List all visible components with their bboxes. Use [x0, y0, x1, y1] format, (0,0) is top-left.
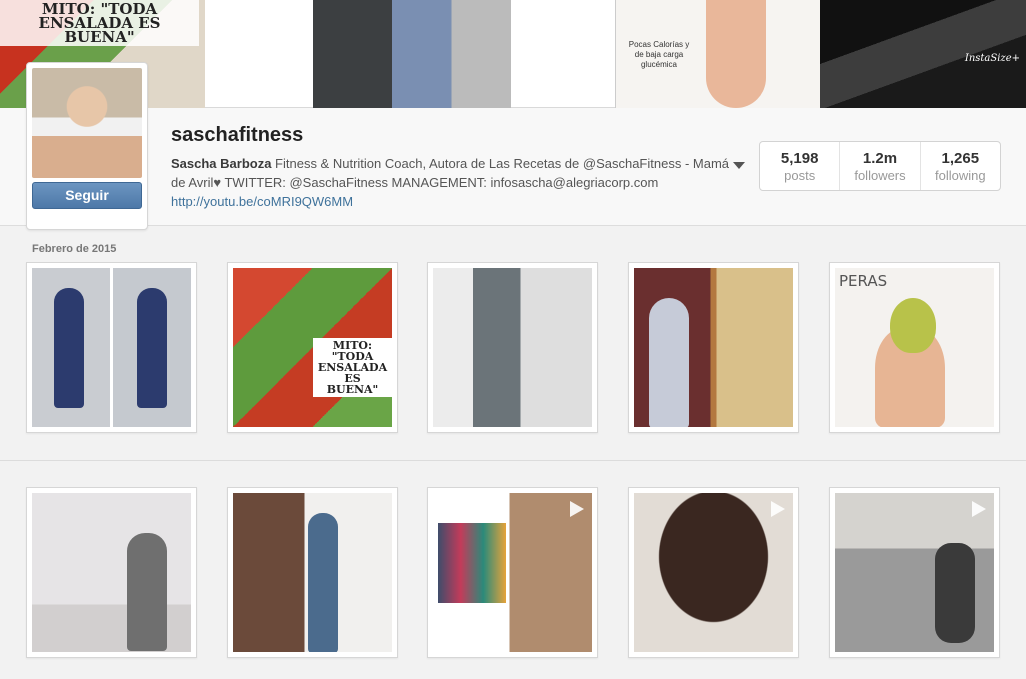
- photo-image: [32, 493, 191, 652]
- banner-photo-jeans[interactable]: [313, 0, 511, 108]
- stat-posts-label: posts: [784, 168, 816, 183]
- feed-photo-mirror-selfie[interactable]: [26, 262, 197, 433]
- photo-image: [433, 493, 592, 652]
- feed-photo-salad[interactable]: MITO: "TODA ENSALADA ES BUENA": [227, 262, 398, 433]
- photo-image: PERAS: [835, 268, 994, 427]
- month-label: Febrero de 2015: [32, 243, 117, 255]
- photo-salad-text: MITO: "TODA ENSALADA ES BUENA": [313, 338, 392, 397]
- feed-photo-outfit[interactable]: [227, 487, 398, 658]
- play-icon: [570, 501, 584, 517]
- photo-figure: [137, 288, 167, 408]
- stat-followers-value: 1.2m: [862, 150, 898, 167]
- photo-pear: [890, 298, 936, 353]
- row-divider: [0, 460, 1026, 461]
- profile-header: Seguir saschafitness Sascha Barboza Fitn…: [0, 62, 1026, 230]
- banner-salad-text: MITO: "TODA ENSALADA ES BUENA": [0, 0, 199, 46]
- photo-image: [634, 268, 793, 427]
- photo-figure: [935, 543, 975, 643]
- stat-following[interactable]: 1,265 following: [921, 142, 1000, 190]
- play-icon: [771, 501, 785, 517]
- banner-arm-image: [706, 0, 766, 108]
- photo-image: [433, 268, 592, 427]
- feed-photo-street[interactable]: [427, 262, 598, 433]
- follow-button[interactable]: Seguir: [32, 182, 142, 209]
- profile-website-link[interactable]: http://youtu.be/coMRI9QW6MM: [171, 192, 731, 211]
- header-banner: MITO: "TODA ENSALADA ES BUENA" Pocas Cal…: [0, 0, 1026, 108]
- photo-figure: [127, 533, 167, 651]
- chevron-down-icon[interactable]: [733, 162, 745, 169]
- stat-followers[interactable]: 1.2m followers: [840, 142, 921, 190]
- photo-pear-title: PERAS: [839, 272, 888, 290]
- feed-video-brownie[interactable]: [628, 487, 799, 658]
- photo-image: [835, 493, 994, 652]
- feed-video-gym[interactable]: [829, 487, 1000, 658]
- stat-posts[interactable]: 5,198 posts: [760, 142, 841, 190]
- stat-following-value: 1,265: [941, 150, 980, 167]
- photo-image: MITO: "TODA ENSALADA ES BUENA": [233, 268, 392, 427]
- photo-image: [233, 493, 392, 652]
- photo-image: [634, 493, 793, 652]
- feed-video-closet[interactable]: [427, 487, 598, 658]
- stat-followers-label: followers: [854, 168, 906, 183]
- feed-photo-pear[interactable]: PERAS: [829, 262, 1000, 433]
- stat-following-label: following: [935, 168, 986, 183]
- avatar: [32, 68, 142, 178]
- profile-username: saschafitness: [171, 124, 304, 146]
- play-icon: [972, 501, 986, 517]
- stat-posts-value: 5,198: [780, 150, 819, 167]
- banner-watermark: InstaSize+: [964, 53, 1020, 64]
- banner-photo-gym[interactable]: InstaSize+: [820, 0, 1026, 108]
- profile-stats: 5,198 posts 1.2m followers 1,265 followi…: [759, 141, 1001, 191]
- photo-shelf: [438, 523, 506, 603]
- feed-photo-red-carpet[interactable]: [628, 262, 799, 433]
- banner-photo-pear[interactable]: Pocas Calorías y de baja carga glucémica: [615, 0, 820, 108]
- photo-image: [32, 268, 191, 427]
- feed-photo-stretch[interactable]: [26, 487, 197, 658]
- profile-full-name: Sascha Barboza: [171, 156, 272, 171]
- photo-figure: [54, 288, 84, 408]
- banner-pear-caption: Pocas Calorías y de baja carga glucémica: [628, 40, 690, 69]
- avatar-card: Seguir: [26, 62, 148, 230]
- photo-figure: [308, 513, 338, 652]
- profile-bio: Sascha Barboza Fitness & Nutrition Coach…: [171, 154, 731, 211]
- photo-figure: [649, 298, 689, 427]
